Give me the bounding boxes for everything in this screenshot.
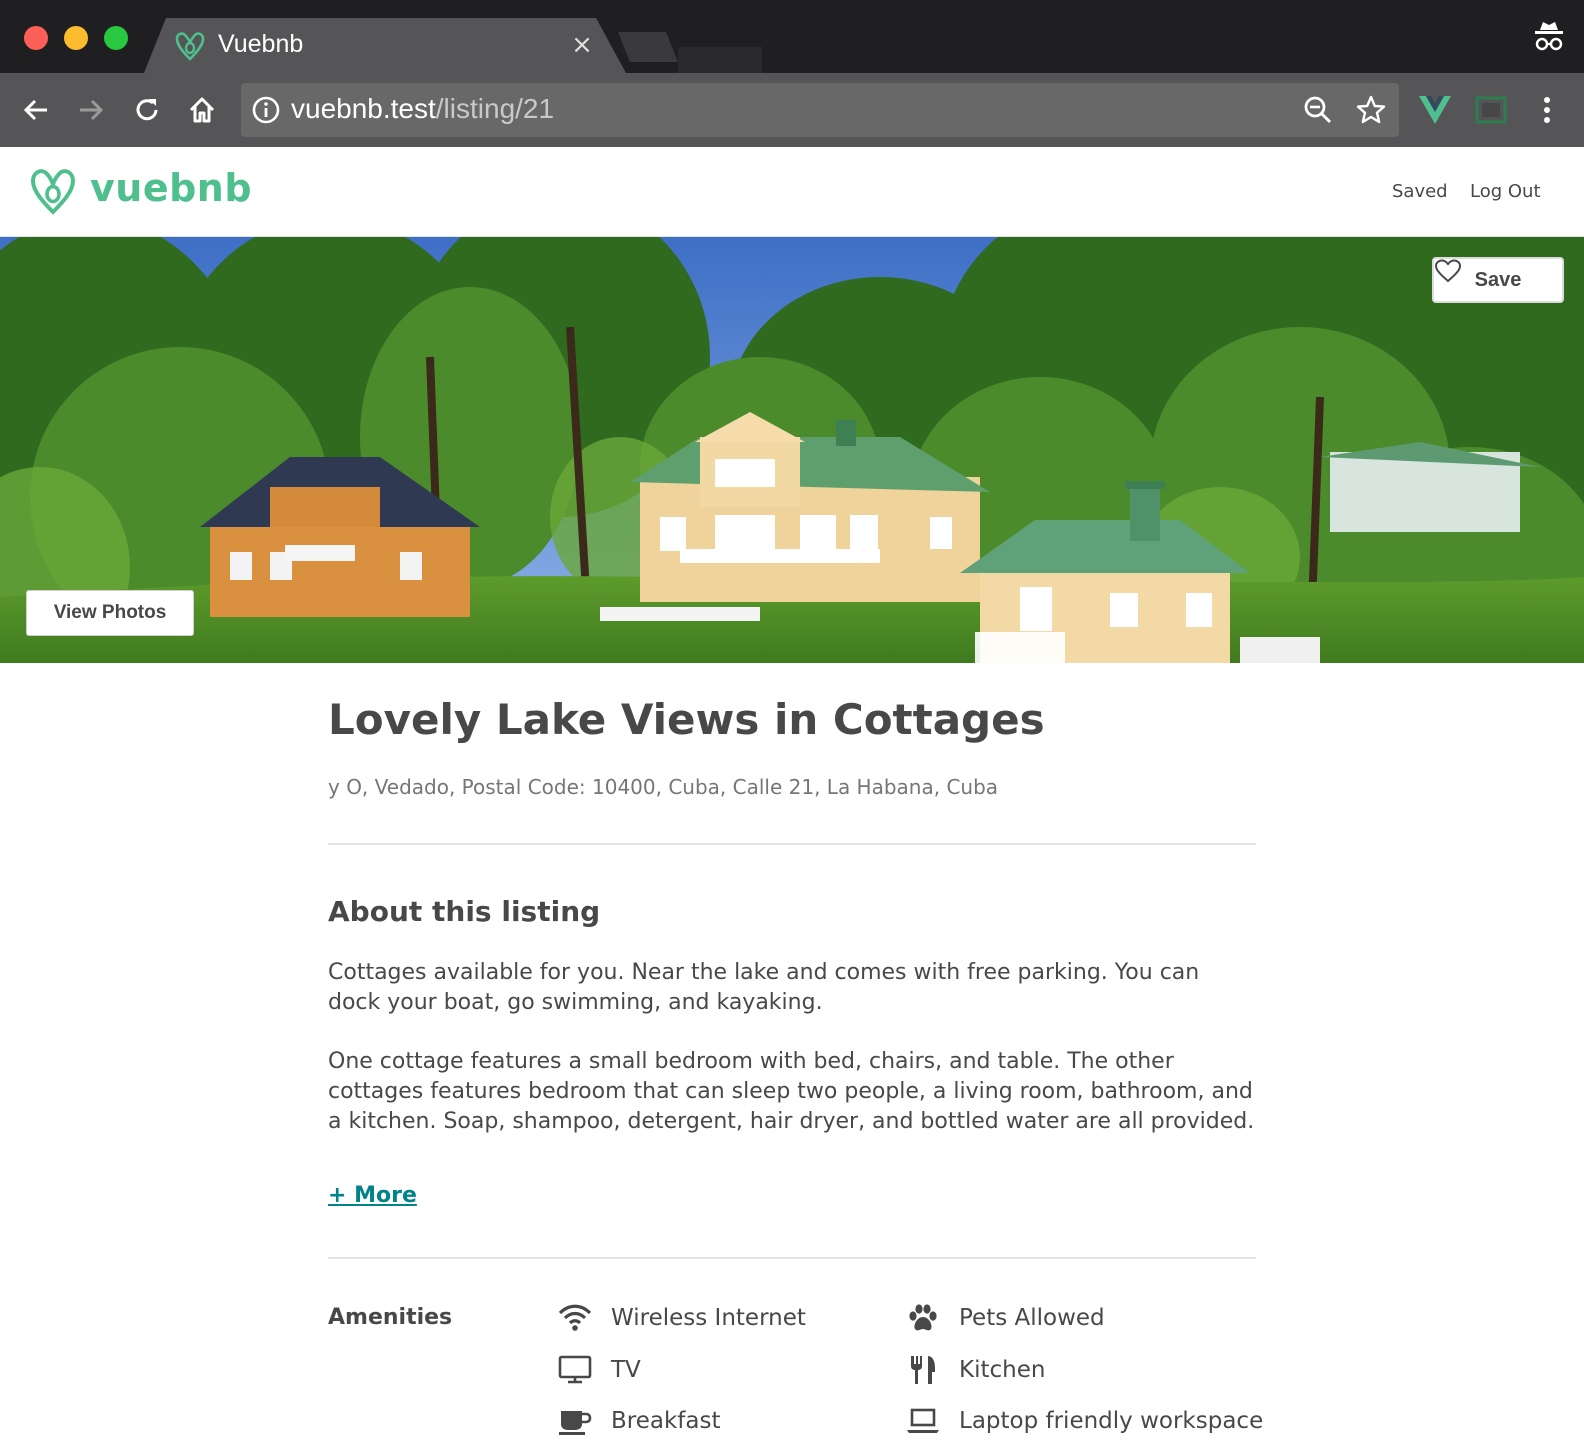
listing-hero-image[interactable]: Save View Photos <box>0 237 1584 663</box>
nav-saved-link[interactable]: Saved <box>1392 181 1448 202</box>
browser-tab-active[interactable]: Vuebnb × <box>144 18 626 73</box>
divider <box>328 1257 1256 1259</box>
cottages-photo <box>0 237 1584 663</box>
amenity-label: Wireless Internet <box>611 1305 806 1331</box>
zoom-icon[interactable] <box>1303 95 1333 129</box>
forward-arrow-icon[interactable] <box>74 93 108 127</box>
tab-shape <box>144 18 626 73</box>
paw-icon <box>905 1301 941 1335</box>
bookmark-star-icon[interactable] <box>1355 94 1387 130</box>
amenity-item: Kitchen <box>905 1353 1045 1387</box>
nav-logout-link[interactable]: Log Out <box>1470 181 1541 202</box>
kitchen-icon <box>905 1353 941 1387</box>
url-host: vuebnb.test <box>291 93 436 124</box>
tab-close-icon[interactable]: × <box>570 32 594 58</box>
amenity-label: Breakfast <box>611 1408 721 1434</box>
url-text[interactable]: vuebnb.test/listing/21 <box>291 93 554 125</box>
browser-menu-icon[interactable] <box>1530 93 1564 127</box>
minimize-window-button[interactable] <box>64 26 88 50</box>
coffee-cup-icon <box>557 1404 593 1438</box>
new-tab-button[interactable] <box>614 32 762 73</box>
amenity-item: Wireless Internet <box>557 1301 806 1335</box>
browser-toolbar: vuebnb.test/listing/21 <box>0 73 1584 147</box>
amenity-item: Pets Allowed <box>905 1301 1105 1335</box>
tab-title: Vuebnb <box>218 30 304 58</box>
screen-capture-extension-icon[interactable] <box>1474 93 1508 127</box>
amenity-label: TV <box>611 1357 641 1383</box>
amenity-label: Kitchen <box>959 1357 1046 1383</box>
view-photos-button[interactable]: View Photos <box>26 590 194 636</box>
address-bar[interactable]: vuebnb.test/listing/21 <box>241 83 1399 137</box>
about-paragraph-2: One cottage features a small bedroom wit… <box>328 1049 1255 1134</box>
amenity-item: Breakfast <box>557 1404 721 1438</box>
amenity-item: TV <box>557 1353 641 1387</box>
amenities-heading: Amenities <box>328 1305 453 1330</box>
vuebnb-logo-icon[interactable] <box>30 166 76 220</box>
site-header: vuebnb Saved Log Out <box>0 147 1584 237</box>
about-heading: About this listing <box>328 895 601 928</box>
amenity-label: Pets Allowed <box>959 1305 1105 1331</box>
wifi-icon <box>557 1301 593 1335</box>
save-listing-button[interactable]: Save <box>1432 257 1564 303</box>
divider <box>328 843 1256 845</box>
listing-title: Lovely Lake Views in Cottages <box>328 695 1045 744</box>
close-window-button[interactable] <box>24 26 48 50</box>
url-path: /listing/21 <box>435 93 555 124</box>
home-icon[interactable] <box>185 93 219 127</box>
laptop-icon <box>905 1404 941 1438</box>
about-paragraph-1: Cottages available for you. Near the lak… <box>328 960 1200 1015</box>
tv-icon <box>557 1353 593 1387</box>
vuebnb-favicon-icon <box>174 30 206 66</box>
more-link[interactable]: + More <box>328 1183 417 1208</box>
heart-icon <box>1434 259 1462 283</box>
maximize-window-button[interactable] <box>104 26 128 50</box>
save-label: Save <box>1474 268 1522 291</box>
listing-address: y O, Vedado, Postal Code: 10400, Cuba, C… <box>328 775 999 799</box>
amenity-label: Laptop friendly workspace <box>959 1408 1264 1434</box>
amenity-item: Laptop friendly workspace <box>905 1404 1263 1438</box>
incognito-icon <box>1534 20 1564 58</box>
vue-devtools-icon[interactable] <box>1418 93 1452 127</box>
site-info-icon[interactable] <box>251 95 281 129</box>
logo-wordmark[interactable]: vuebnb <box>90 166 252 210</box>
browser-titlebar: Vuebnb × <box>0 0 1584 73</box>
back-arrow-icon[interactable] <box>19 93 53 127</box>
reload-icon[interactable] <box>130 93 164 127</box>
